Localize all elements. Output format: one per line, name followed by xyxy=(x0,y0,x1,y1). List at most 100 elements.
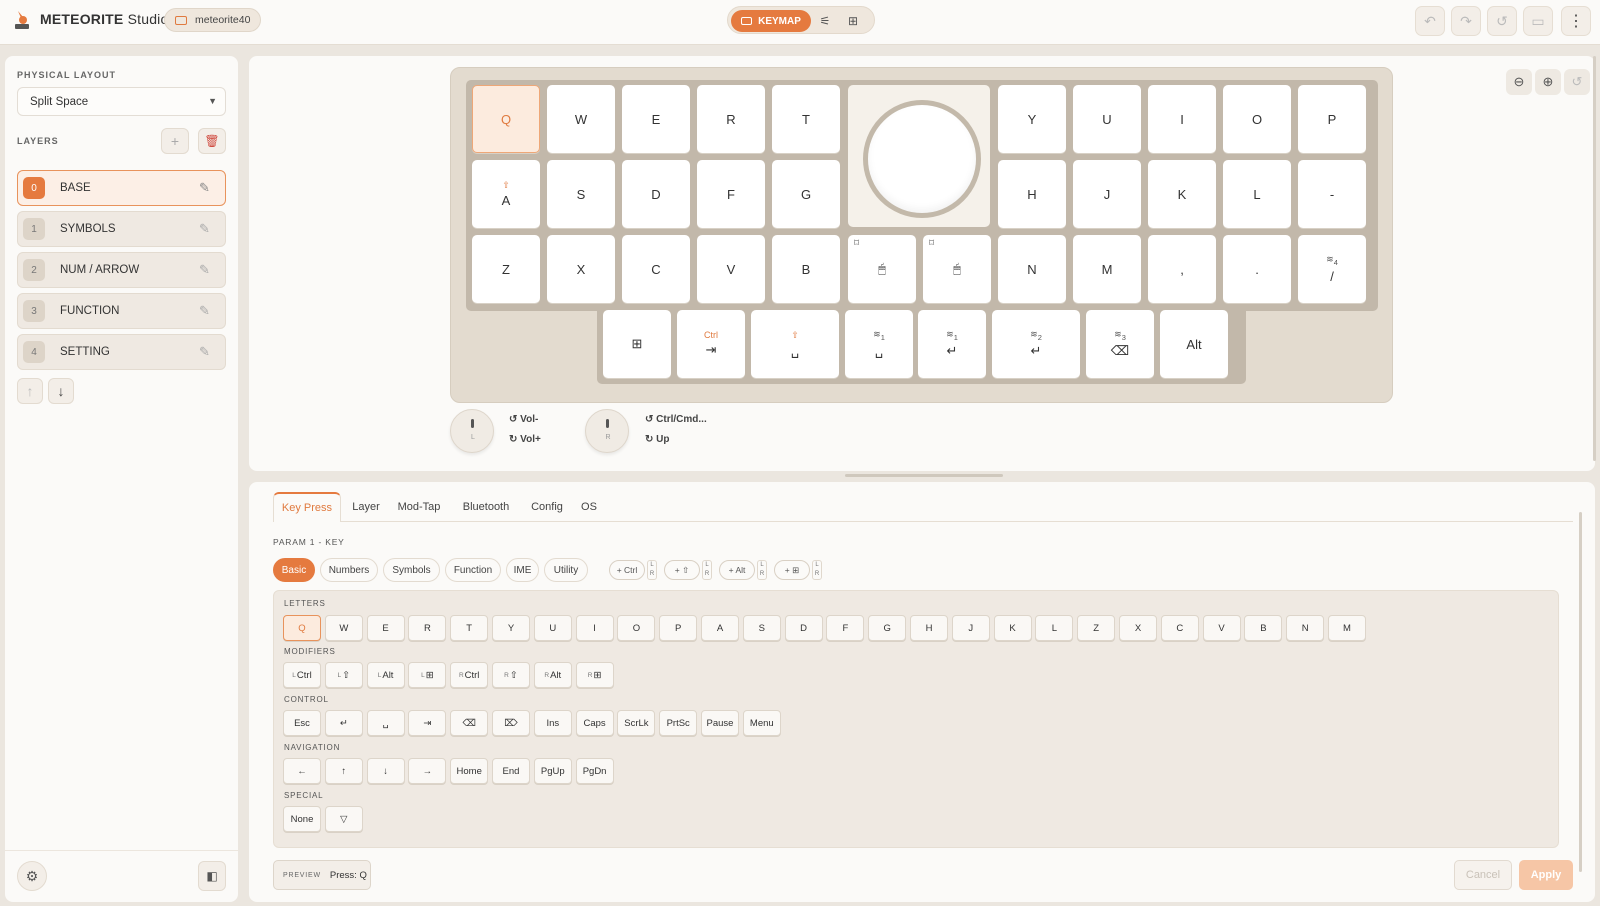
picker-modifier-key[interactable]: R ⊞ xyxy=(575,662,614,688)
key-alt[interactable]: Alt xyxy=(1160,310,1228,378)
edit-pencil-icon[interactable]: ✎ xyxy=(199,344,215,360)
key-k[interactable]: K xyxy=(1148,160,1216,228)
picker-key-l[interactable]: L xyxy=(1035,615,1074,641)
key-i[interactable]: I xyxy=(1148,85,1216,153)
picker-key-k[interactable]: K xyxy=(993,615,1032,641)
category-ime[interactable]: IME xyxy=(506,558,539,582)
encoder-right-ccw[interactable]: ↺ Ctrl/Cmd... xyxy=(645,414,707,425)
key-z[interactable]: Z xyxy=(472,235,540,303)
key-l[interactable]: L xyxy=(1223,160,1291,228)
layer-item-symbols[interactable]: 1 SYMBOLS ✎ xyxy=(17,211,226,247)
redo-button[interactable]: ↷ xyxy=(1451,6,1481,36)
key-s[interactable]: S xyxy=(547,160,615,228)
picker-key-d[interactable]: D xyxy=(784,615,823,641)
edit-pencil-icon[interactable]: ✎ xyxy=(199,303,215,319)
zoom-in-icon[interactable]: ⊕ xyxy=(1535,69,1561,95)
mod-ctrl-lr[interactable]: LR xyxy=(647,560,657,580)
picker-key-t[interactable]: T xyxy=(450,615,489,641)
picker-control-key[interactable]: Esc xyxy=(283,710,321,736)
picker-key-w[interactable]: W xyxy=(324,615,363,641)
encoder-left[interactable]: L xyxy=(450,409,494,453)
picker-key-v[interactable]: V xyxy=(1202,615,1241,641)
edit-pencil-icon[interactable]: ✎ xyxy=(199,262,215,278)
picker-modifier-key[interactable]: L ⇧ xyxy=(324,662,363,688)
reset-button[interactable]: ↺ xyxy=(1487,6,1517,36)
key-q[interactable]: Q xyxy=(472,85,540,153)
picker-control-key[interactable]: ScrLk xyxy=(617,710,656,736)
picker-key-e[interactable]: E xyxy=(366,615,405,641)
picker-key-j[interactable]: J xyxy=(951,615,990,641)
picker-special-key[interactable]: ▽ xyxy=(324,806,363,832)
key-d[interactable]: D xyxy=(622,160,690,228)
layer-item-base[interactable]: 0 BASE ✎ xyxy=(17,170,226,206)
editor-scrollbar[interactable] xyxy=(1579,512,1582,872)
mod-shift-chip[interactable]: + ⇧ xyxy=(664,560,700,580)
picker-key-r[interactable]: R xyxy=(408,615,447,641)
key-v[interactable]: V xyxy=(697,235,765,303)
picker-key-g[interactable]: G xyxy=(868,615,907,641)
picker-control-key[interactable]: ⌦ xyxy=(492,710,530,736)
key-mouse-button-left[interactable]: ⌑ 🖱 xyxy=(848,235,916,303)
category-symbols[interactable]: Symbols xyxy=(383,558,440,582)
delete-layer-button[interactable]: 🗑 xyxy=(198,128,226,154)
tab-key-press[interactable]: Key Press xyxy=(273,492,341,522)
encoder-right[interactable]: R xyxy=(585,409,629,453)
picker-modifier-key[interactable]: R Alt xyxy=(533,662,572,688)
picker-key-c[interactable]: C xyxy=(1160,615,1199,641)
panel-resize-handle[interactable] xyxy=(845,474,1003,477)
picker-key-h[interactable]: H xyxy=(910,615,948,641)
tab-mod-tap[interactable]: Mod-Tap xyxy=(394,492,444,522)
picker-key-y[interactable]: Y xyxy=(492,615,530,641)
transform-icon[interactable]: ⊞ xyxy=(846,14,860,28)
key-period[interactable]: . xyxy=(1223,235,1291,303)
picker-key-n[interactable]: N xyxy=(1286,615,1325,641)
category-utility[interactable]: Utility xyxy=(544,558,588,582)
collapse-sidebar-icon[interactable]: ◧ xyxy=(198,861,226,891)
picker-navigation-key[interactable]: ← xyxy=(283,758,321,784)
key-slash-layer4[interactable]: ≋4 / xyxy=(1298,235,1366,303)
key-windows[interactable]: ⊞ xyxy=(603,310,671,378)
edit-pencil-icon[interactable]: ✎ xyxy=(199,180,215,196)
sliders-icon[interactable]: ⚟ xyxy=(818,14,832,28)
picker-key-q[interactable]: Q xyxy=(283,615,321,641)
picker-key-b[interactable]: B xyxy=(1244,615,1283,641)
picker-key-m[interactable]: M xyxy=(1328,615,1366,641)
picker-modifier-key[interactable]: L Alt xyxy=(366,662,405,688)
apply-button[interactable]: Apply xyxy=(1519,860,1573,890)
category-basic[interactable]: Basic xyxy=(273,558,315,582)
key-a-shift[interactable]: ⇧ A xyxy=(472,160,540,228)
picker-navigation-key[interactable]: → xyxy=(408,758,447,784)
picker-control-key[interactable]: ⇥ xyxy=(408,710,447,736)
picker-control-key[interactable]: ␣ xyxy=(366,710,405,736)
picker-navigation-key[interactable]: Home xyxy=(450,758,489,784)
key-t[interactable]: T xyxy=(772,85,840,153)
picker-modifier-key[interactable]: L Ctrl xyxy=(283,662,321,688)
key-layer3-backspace[interactable]: ≋3 ⌫ xyxy=(1086,310,1154,378)
mod-gui-chip[interactable]: + ⊞ xyxy=(774,560,810,580)
device-selector[interactable]: meteorite40 xyxy=(164,8,261,32)
picker-key-o[interactable]: O xyxy=(617,615,656,641)
add-layer-button[interactable]: + xyxy=(161,128,189,154)
picker-navigation-key[interactable]: ↓ xyxy=(366,758,405,784)
key-ctrl-tab[interactable]: Ctrl ⇥ xyxy=(677,310,745,378)
encoder-right-cw[interactable]: ↻ Up xyxy=(645,434,670,445)
tab-os[interactable]: OS xyxy=(577,492,601,522)
key-u[interactable]: U xyxy=(1073,85,1141,153)
picker-control-key[interactable]: ↵ xyxy=(324,710,363,736)
move-layer-up-button[interactable]: ↑ xyxy=(17,378,43,404)
layer-item-function[interactable]: 3 FUNCTION ✎ xyxy=(17,293,226,329)
tab-layer[interactable]: Layer xyxy=(346,492,386,522)
keymap-mode-button[interactable]: KEYMAP xyxy=(731,10,811,32)
cancel-button[interactable]: Cancel xyxy=(1454,860,1512,890)
edit-pencil-icon[interactable]: ✎ xyxy=(199,221,215,237)
key-g[interactable]: G xyxy=(772,160,840,228)
mod-alt-chip[interactable]: + Alt xyxy=(719,560,755,580)
settings-gear-icon[interactable]: ⚙ xyxy=(17,861,47,891)
key-y[interactable]: Y xyxy=(998,85,1066,153)
key-n[interactable]: N xyxy=(998,235,1066,303)
key-m[interactable]: M xyxy=(1073,235,1141,303)
key-b[interactable]: B xyxy=(772,235,840,303)
key-w[interactable]: W xyxy=(547,85,615,153)
layer-item-setting[interactable]: 4 SETTING ✎ xyxy=(17,334,226,370)
key-minus[interactable]: - xyxy=(1298,160,1366,228)
